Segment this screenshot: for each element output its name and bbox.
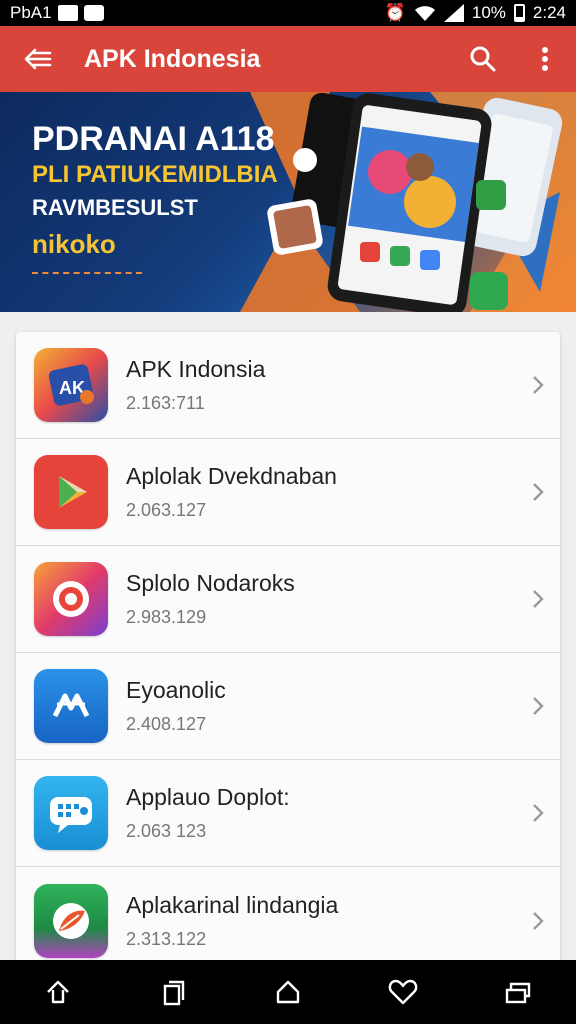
chevron-right-icon xyxy=(516,803,560,823)
banner-line-2: PLI PATIUKEMIDLBIA xyxy=(32,161,278,188)
app-version: 2.063.127 xyxy=(126,500,207,520)
app-name: APK Indonsia xyxy=(126,356,266,382)
wave-icon xyxy=(34,669,108,743)
multiwindow-icon xyxy=(506,982,531,1004)
navigation-bar xyxy=(0,960,576,1024)
chevron-right-icon xyxy=(516,696,560,716)
app-version: 2.163:711 xyxy=(126,393,205,413)
apk-indonesia-icon: AK xyxy=(34,348,108,422)
nav-home-button[interactable] xyxy=(258,960,318,1024)
chevron-right-icon xyxy=(516,482,560,502)
app-version: 2.063 123 xyxy=(126,821,207,841)
list-item[interactable]: AK APK Indonsia 2.163:711 xyxy=(16,332,560,439)
promo-banner[interactable]: PDRANAI A118 PLI PATIUKEMIDLBIA RAVMBESU… xyxy=(0,92,576,312)
nav-multiwindow-button[interactable] xyxy=(488,960,548,1024)
chat-icon xyxy=(34,776,108,850)
alarm-icon: ⏰ xyxy=(384,3,406,22)
app-bar: APK Indonesia xyxy=(0,26,576,92)
banner-line-3: RAVMBESULST xyxy=(32,195,198,220)
nav-recents-button[interactable] xyxy=(143,960,203,1024)
list-item[interactable]: Eyoanolic 2.408.127 xyxy=(16,653,560,760)
favorite-icon xyxy=(388,979,418,1005)
chevron-right-icon xyxy=(516,589,560,609)
chevron-right-icon xyxy=(516,911,560,931)
page-title: APK Indonesia xyxy=(84,44,261,73)
leaf-icon xyxy=(34,883,108,958)
status-bar: PbA1 ⏰ 10% 2:24 xyxy=(0,0,576,26)
banner-divider xyxy=(32,272,142,274)
app-version: 2.313.122 xyxy=(126,928,207,949)
overflow-menu-button[interactable] xyxy=(514,26,576,92)
wifi-icon xyxy=(414,6,435,21)
banner-line-1: PDRANAI A118 xyxy=(32,120,275,158)
app-version: 2.408.127 xyxy=(126,714,207,734)
more-vert-icon xyxy=(542,47,548,71)
home-icon xyxy=(276,980,300,1004)
target-icon xyxy=(34,562,108,636)
banner-line-4: nikoko xyxy=(32,229,116,259)
list-item[interactable]: Aplakarinal lindangia 2.313.122 xyxy=(16,867,560,974)
play-store-icon xyxy=(34,455,108,529)
back-arrow-icon xyxy=(24,48,52,70)
recents-icon xyxy=(163,980,184,1006)
carrier-label: PbA1 xyxy=(10,3,52,22)
chevron-right-icon xyxy=(516,375,560,395)
signal-icon xyxy=(443,4,464,22)
app-name: Eyoanolic xyxy=(126,677,226,703)
app-version: 2.983.129 xyxy=(126,607,207,627)
list-item[interactable]: Aplolak Dvekdnaban 2.063.127 xyxy=(16,439,560,546)
app-notification-icon xyxy=(83,5,104,21)
battery-icon xyxy=(513,4,525,22)
app-name: Aplakarinal lindangia xyxy=(126,891,339,918)
back-button[interactable] xyxy=(0,26,76,92)
app-list: AK APK Indonsia 2.163:711 Aplolak Dvekdn… xyxy=(16,332,560,974)
list-item[interactable]: Applauo Doplot: 2.063 123 xyxy=(16,760,560,867)
battery-label: 10% xyxy=(471,3,506,22)
app-name: Aplolak Dvekdnaban xyxy=(126,463,337,489)
mail-icon xyxy=(57,5,78,21)
clock: 2:24 xyxy=(532,3,566,22)
search-icon xyxy=(470,46,496,72)
app-name: Splolo Nodaroks xyxy=(126,570,295,596)
home-up-icon xyxy=(46,980,69,1004)
app-name: Applauo Doplot: xyxy=(126,784,290,810)
nav-favorite-button[interactable] xyxy=(373,960,433,1024)
nav-up-button[interactable] xyxy=(28,960,88,1024)
banner-text: PDRANAI A118 PLI PATIUKEMIDLBIA RAVMBESU… xyxy=(32,120,278,260)
list-item[interactable]: Splolo Nodaroks 2.983.129 xyxy=(16,546,560,653)
search-button[interactable] xyxy=(452,26,514,92)
